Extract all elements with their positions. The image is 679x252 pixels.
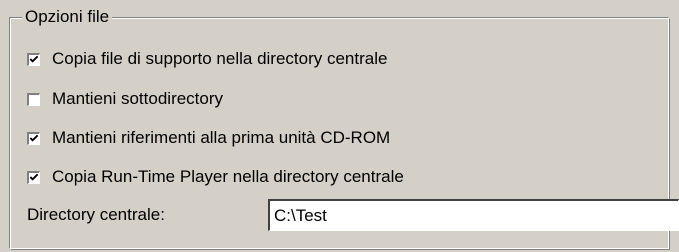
checkbox[interactable] xyxy=(26,91,41,107)
checkbox[interactable] xyxy=(26,169,41,185)
central-directory-label: Directory centrale: xyxy=(27,205,165,224)
option-label: Mantieni riferimenti alla prima unità CD… xyxy=(52,128,391,147)
option-label: Mantieni sottodirectory xyxy=(52,89,224,108)
groupbox-title: Opzioni file xyxy=(22,6,113,28)
checkbox[interactable] xyxy=(26,130,41,146)
option-label: Copia Run-Time Player nella directory ce… xyxy=(52,167,404,186)
checkmark-icon xyxy=(29,173,39,181)
option-keep-subdirectories[interactable]: Mantieni sottodirectory xyxy=(26,88,224,110)
file-options-panel: Opzioni file Copia file di supporto nell… xyxy=(0,0,679,252)
option-keep-cdrom-references[interactable]: Mantieni riferimenti alla prima unità CD… xyxy=(26,127,391,149)
central-directory-input[interactable]: C:\Test xyxy=(268,199,679,231)
checkbox[interactable] xyxy=(26,51,41,67)
option-copy-support-files[interactable]: Copia file di supporto nella directory c… xyxy=(26,48,388,70)
option-label: Copia file di supporto nella directory c… xyxy=(52,49,388,68)
checkmark-icon xyxy=(29,134,39,142)
checkmark-icon xyxy=(29,55,39,63)
option-copy-runtime-player[interactable]: Copia Run-Time Player nella directory ce… xyxy=(26,166,404,188)
